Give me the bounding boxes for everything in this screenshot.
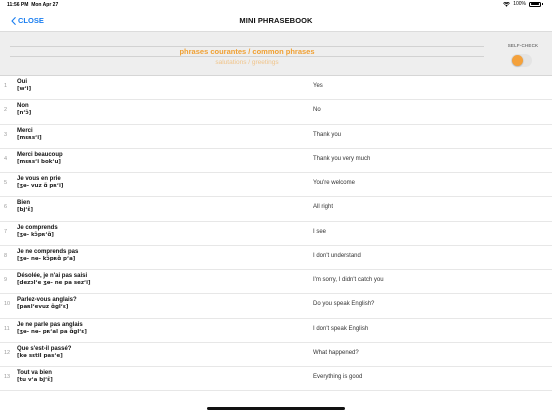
phrase-pronunciation: [ʒə- nə- kɔ̃pʀɑ̃ pʼa] bbox=[17, 255, 76, 262]
phrase-row[interactable]: 9 Désolée, je n'ai pas saisi [dezɔlʼe ʒə- … bbox=[0, 270, 552, 295]
phrase-row[interactable]: 7 Je comprends [ʒə- kɔ̃pʀʼɑ̃] I see bbox=[0, 222, 552, 246]
phrase-translation: All right bbox=[313, 204, 334, 211]
self-check-toggle[interactable] bbox=[511, 54, 532, 67]
phrase-text: Parlez-vous anglais? bbox=[17, 297, 77, 304]
phrase-row[interactable]: 2 Non [nʼɔ̃] No bbox=[0, 100, 552, 125]
phrase-pronunciation: [ʒə- nə- pʀʼal pa ɑ̃glʼɛ] bbox=[17, 328, 87, 335]
row-number: 7 bbox=[4, 228, 8, 235]
phrase-row[interactable]: 10 Parlez-vous anglais? [paʀlʼevuz ɑ̃glʼɛ]… bbox=[0, 294, 552, 319]
phrase-row[interactable]: 4 Merci beaucoup [mɛʀsʼi bokʼu] Thank you v… bbox=[0, 149, 552, 173]
self-check-label: SELF-CHECK bbox=[507, 43, 539, 48]
row-number: 9 bbox=[4, 277, 8, 283]
divider-middle bbox=[10, 56, 484, 57]
phrase-text: Je vous en prie bbox=[17, 176, 61, 182]
phrase-row[interactable]: 13 Tout va bien [tu vʼa bjʼɛ̃] Everything i… bbox=[0, 367, 552, 392]
phrase-row[interactable]: 5 Je vous en prie [ʒə- vuz ɑ̃ pʀʼi] You're … bbox=[0, 173, 552, 198]
phrase-row[interactable]: 8 Je ne comprends pas [ʒə- nə- kɔ̃pʀɑ̃ pʼa… bbox=[0, 246, 552, 270]
row-number: 1 bbox=[4, 83, 8, 89]
phrase-text: Tout va bien bbox=[17, 370, 52, 376]
row-number: 8 bbox=[4, 252, 8, 259]
phrase-pronunciation: [tu vʼa bjʼɛ̃] bbox=[17, 377, 53, 383]
row-number: 12 bbox=[4, 349, 11, 356]
phrase-pronunciation: [ʒə- vuz ɑ̃ pʀʼi] bbox=[17, 183, 64, 189]
phrase-pronunciation: [kə sɛtil pasʼe] bbox=[17, 352, 63, 359]
phrase-translation: Thank you very much bbox=[313, 155, 371, 162]
battery-percent: 100% bbox=[513, 1, 526, 7]
home-indicator bbox=[207, 407, 345, 410]
phrase-pronunciation: [ʒə- kɔ̃pʀʼɑ̃] bbox=[17, 231, 54, 238]
category-header: phrases courantes / common phrases salut… bbox=[0, 32, 552, 76]
phrase-translation: No bbox=[313, 107, 321, 114]
row-number: 10 bbox=[4, 301, 11, 308]
phrase-row[interactable]: 1 Oui [wʼi] Yes bbox=[0, 76, 552, 101]
phrase-text: Non bbox=[17, 103, 29, 110]
phrase-pronunciation: [wʼi] bbox=[17, 86, 32, 92]
toggle-knob bbox=[512, 55, 523, 66]
phrase-text: Désolée, je n'ai pas saisi bbox=[17, 273, 88, 279]
phrase-translation: I'm sorry, I didn't catch you bbox=[313, 277, 384, 283]
subcategory-title: salutations / greetings bbox=[215, 59, 279, 66]
phrase-pronunciation: [nʼɔ̃] bbox=[17, 110, 32, 117]
row-number: 5 bbox=[4, 180, 8, 186]
wifi-icon bbox=[503, 1, 511, 7]
phrase-text: Merci beaucoup bbox=[17, 151, 63, 158]
phrase-list: 1 Oui [wʼi] Yes 2 Non [nʼɔ̃] No 3 Merci [mɛʀsʼi] Th… bbox=[0, 76, 552, 402]
phrase-text: Je ne parle pas anglais bbox=[17, 321, 83, 328]
phrase-pronunciation: [paʀlʼevuz ɑ̃glʼɛ] bbox=[17, 304, 69, 311]
phrase-translation: What happened? bbox=[313, 349, 359, 356]
status-time-date: 11:56 PM Mon Apr 27 bbox=[7, 2, 59, 8]
phrase-pronunciation: [bjʼɛ̃] bbox=[17, 207, 34, 214]
phrase-row[interactable]: 12 Que s'est-il passé? [kə sɛtil pasʼe] Wha… bbox=[0, 343, 552, 367]
navigation-bar: CLOSE MINI PHRASEBOOK bbox=[0, 10, 552, 32]
phrase-row[interactable]: 6 Bien [bjʼɛ̃] All right bbox=[0, 197, 552, 222]
row-number: 3 bbox=[4, 131, 8, 138]
page-title: MINI PHRASEBOOK bbox=[239, 16, 313, 25]
category-title: phrases courantes / common phrases bbox=[179, 47, 315, 56]
battery-tip bbox=[542, 3, 543, 5]
phrase-text: Merci bbox=[17, 127, 33, 134]
row-number: 4 bbox=[4, 155, 8, 162]
phrase-pronunciation: [mɛʀsʼi] bbox=[17, 134, 42, 141]
row-number: 6 bbox=[4, 204, 8, 211]
phrase-translation: I don't understand bbox=[313, 252, 361, 259]
phrase-translation: Thank you bbox=[313, 131, 342, 138]
phrase-text: Oui bbox=[17, 79, 27, 85]
phrase-translation: I see bbox=[313, 228, 327, 235]
phrase-row[interactable]: 3 Merci [mɛʀsʼi] Thank you bbox=[0, 125, 552, 149]
phrase-row[interactable]: 11 Je ne parle pas anglais [ʒə- nə- pʀʼal … bbox=[0, 319, 552, 343]
phrase-translation: I don't speak English bbox=[313, 325, 369, 332]
row-number: 2 bbox=[4, 107, 8, 114]
phrase-translation: Yes bbox=[313, 83, 323, 89]
phrase-text: Je ne comprends pas bbox=[17, 248, 79, 255]
phrase-text: Bien bbox=[17, 200, 31, 207]
status-bar: 11:56 PM Mon Apr 27 100% bbox=[0, 0, 552, 10]
phrase-pronunciation: [dezɔlʼe ʒə- ne pa sezʼi] bbox=[17, 280, 91, 286]
battery-icon bbox=[529, 1, 541, 7]
row-number: 13 bbox=[4, 374, 11, 380]
phrase-pronunciation: [mɛʀsʼi bokʼu] bbox=[17, 158, 61, 165]
phrase-text: Je comprends bbox=[17, 224, 58, 231]
phrase-text: Que s'est-il passé? bbox=[17, 345, 72, 352]
phrase-translation: Do you speak English? bbox=[313, 301, 375, 308]
phrase-translation: Everything is good bbox=[313, 374, 363, 380]
row-number: 11 bbox=[4, 325, 10, 332]
status-right: 100% bbox=[503, 1, 543, 7]
phrase-translation: You're welcome bbox=[313, 180, 355, 186]
